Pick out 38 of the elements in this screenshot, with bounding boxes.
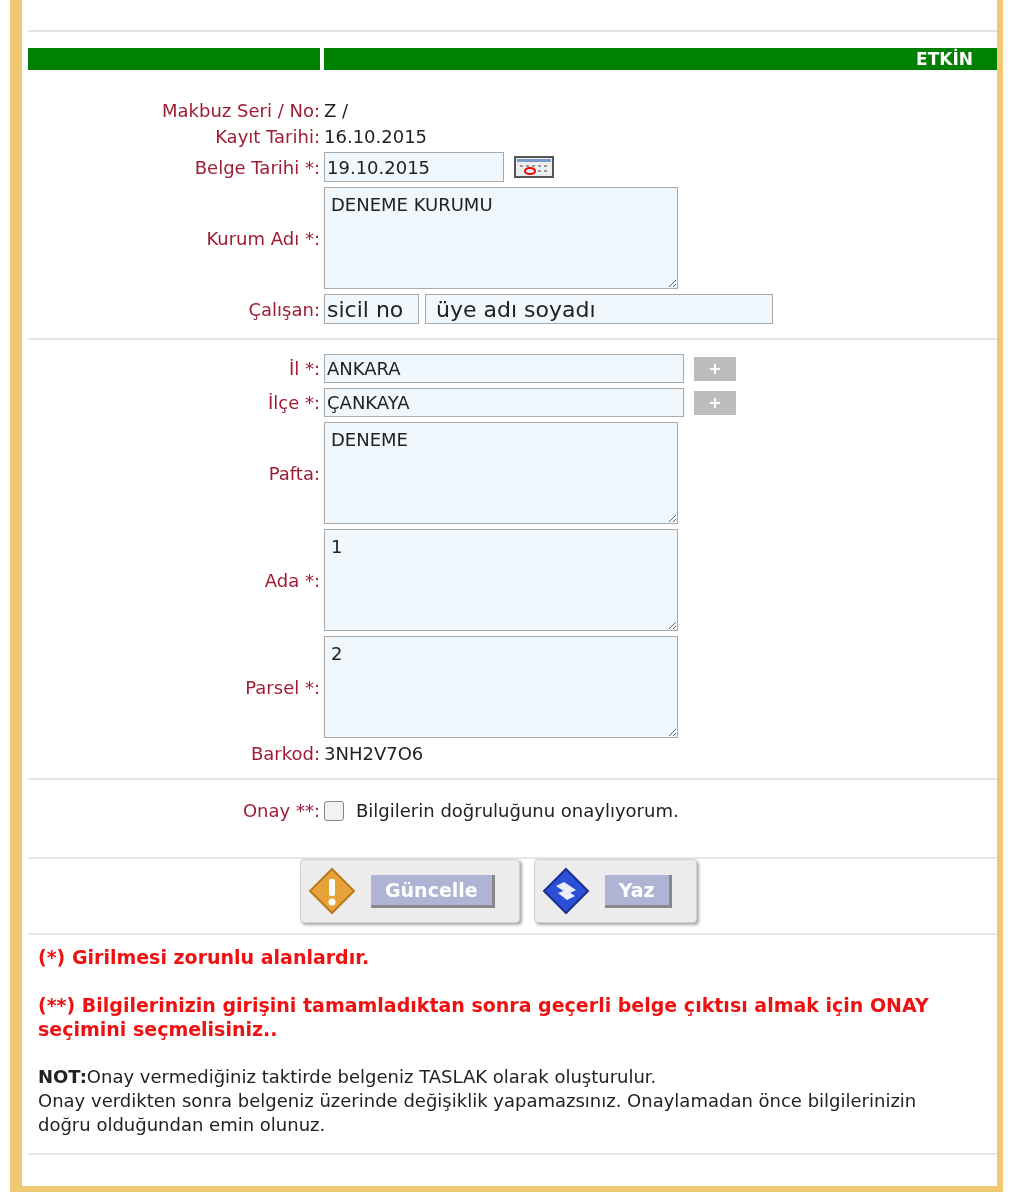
required-note: (*) Girilmesi zorunlu alanlardır. <box>38 945 371 969</box>
field-label: Ada *: <box>263 569 321 591</box>
required-note: (**) Bilgilerinizin girişini tamamladıktan sonra geçerli belge çıktısı almak için ONAY seçimini seçmelisiniz.. <box>38 993 930 1041</box>
checkbox[interactable] <box>324 800 344 821</box>
status-label: ETKİN <box>916 49 973 69</box>
field-label: Kurum Adı *: <box>205 227 321 249</box>
field-label: Kayıt Tarihi: <box>214 126 321 147</box>
warning-icon <box>307 866 357 916</box>
field-label: İl *: <box>287 358 321 379</box>
note-text: NOT:Onay vermediğiniz taktirde belgeniz TASLAK olarak oluşturulur. <box>38 1065 658 1089</box>
calendar-icon[interactable] <box>514 156 554 178</box>
input-field[interactable]: üye adı soyadı <box>425 294 773 324</box>
field-label: Barkod: <box>249 743 321 764</box>
plus-icon <box>709 396 721 409</box>
field-value: Z / <box>324 100 349 121</box>
add-button[interactable] <box>694 356 736 381</box>
date-field[interactable]: 19.10.2015 <box>324 152 504 182</box>
field-value: 3NH2V7O6 <box>324 743 424 764</box>
field-label: Parsel *: <box>244 676 321 698</box>
field-label: İlçe *: <box>266 392 321 413</box>
note-text: Onay verdikten sonra belgeniz üzerinde değişiklik yapamazsınız. Onaylamadan önce bilgilerinizin doğru olduğundan emin olunuz. <box>38 1089 918 1137</box>
field-label: Makbuz Seri / No: <box>161 100 321 121</box>
input-field[interactable]: ANKARA <box>324 354 684 383</box>
text-area[interactable]: 2 <box>324 636 678 738</box>
plus-icon <box>709 362 721 375</box>
add-button[interactable] <box>694 390 736 415</box>
text-area[interactable]: DENEME KURUMU <box>324 187 678 289</box>
field-value: 16.10.2015 <box>324 126 428 147</box>
input-field[interactable]: ÇANKAYA <box>324 388 684 417</box>
field-label: Pafta: <box>267 462 321 484</box>
text-area[interactable]: DENEME <box>324 422 678 524</box>
field-label: Çalışan: <box>247 298 321 320</box>
text-area[interactable]: 1 <box>324 529 678 631</box>
field-label: Belge Tarihi *: <box>193 156 321 178</box>
input-field[interactable]: sicil no <box>324 294 419 324</box>
diamond-icon <box>540 866 591 916</box>
field-label: Onay **: <box>241 800 321 821</box>
checkbox-label: Bilgilerin doğruluğunu onaylıyorum. <box>356 800 679 821</box>
